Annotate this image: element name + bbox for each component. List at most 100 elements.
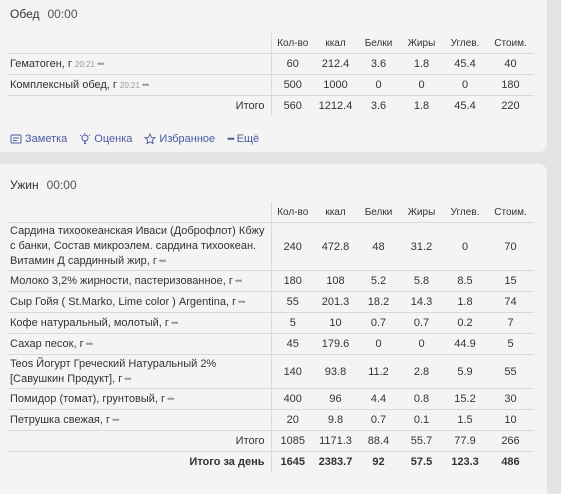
table-row[interactable]: Гематоген, г 20:21 ••• 60 212.4 3.6 1.8 45… xyxy=(8,53,534,75)
carbs-cell: 45.4 xyxy=(443,53,487,75)
food-name-cell[interactable]: Кофе натуральный, молотый, г ••• xyxy=(8,312,271,334)
fat-cell: 0 xyxy=(400,333,443,355)
total-label: Итого xyxy=(8,430,271,452)
table-row[interactable]: Сыр Гойя ( St.Marko, Lime color ) Argent… xyxy=(8,291,534,313)
total-protein: 88.4 xyxy=(357,430,400,452)
food-name[interactable]: Молоко 3,2% жирности, пастеризованное, г xyxy=(10,275,233,287)
row-menu-dots-icon[interactable]: ••• xyxy=(86,339,94,349)
food-name-cell[interactable]: Помидор (томат), грунтовый, г ••• xyxy=(8,388,271,410)
table-row[interactable]: Кофе натуральный, молотый, г ••• 5 10 0.7… xyxy=(8,312,534,334)
table-row[interactable]: Teos Йогурт Греческий Натуральный 2% [Са… xyxy=(8,354,534,389)
dinner-table: Кол-во ккал Белки Жиры Углев. Стоим. Сар… xyxy=(8,202,534,472)
table-row[interactable]: Молоко 3,2% жирности, пастеризованное, г… xyxy=(8,270,534,292)
cost-cell: 5 xyxy=(487,333,534,355)
food-name[interactable]: Сыр Гойя ( St.Marko, Lime color ) Argent… xyxy=(10,296,236,308)
qty-cell[interactable]: 500 xyxy=(270,74,314,96)
fat-cell: 0.1 xyxy=(400,409,443,431)
carbs-cell: 8.5 xyxy=(443,270,487,292)
carbs-cell: 1.5 xyxy=(443,409,487,431)
qty-cell[interactable]: 5 xyxy=(270,312,314,334)
cost-cell: 55 xyxy=(487,354,534,389)
food-name-cell[interactable]: Гематоген, г 20:21 ••• xyxy=(8,53,271,75)
table-header-row: Кол-во ккал Белки Жиры Углев. Стоим. xyxy=(8,202,534,223)
total-carbs: 45.4 xyxy=(443,95,487,116)
meal-time[interactable]: 00:00 xyxy=(47,7,77,21)
row-menu-dots-icon[interactable]: ••• xyxy=(171,318,179,328)
food-name[interactable]: Сардина тихоокеанская Иваси (Доброфлот) … xyxy=(10,225,264,267)
meal-header: Ужин 00:00 xyxy=(10,178,77,192)
food-name-cell[interactable]: Петрушка свежая, г ••• xyxy=(8,409,271,431)
food-name[interactable]: Кофе натуральный, молотый, г xyxy=(10,317,169,329)
row-menu-dots-icon[interactable]: ••• xyxy=(167,394,175,404)
col-header-qty: Кол-во xyxy=(270,33,314,54)
qty-cell[interactable]: 60 xyxy=(270,53,314,75)
protein-cell: 0.7 xyxy=(357,312,400,334)
col-header-qty: Кол-во xyxy=(270,202,314,223)
cost-cell: 15 xyxy=(487,270,534,292)
note-button[interactable]: Заметка xyxy=(10,133,67,145)
food-name-cell[interactable]: Молоко 3,2% жирности, пастеризованное, г… xyxy=(8,270,271,292)
food-name[interactable]: Петрушка свежая, г xyxy=(10,414,110,426)
food-name-cell[interactable]: Сахар песок, г ••• xyxy=(8,333,271,355)
entry-time: 20:21 xyxy=(119,80,140,90)
qty-cell[interactable]: 400 xyxy=(270,388,314,410)
table-row[interactable]: Сардина тихоокеанская Иваси (Доброфлот) … xyxy=(8,222,534,271)
cost-cell: 10 xyxy=(487,409,534,431)
carbs-cell: 0 xyxy=(443,222,487,271)
total-cost: 266 xyxy=(487,430,534,452)
qty-cell[interactable]: 45 xyxy=(270,333,314,355)
col-header-protein: Белки xyxy=(364,37,393,49)
day-total-label: Итого за день xyxy=(8,451,271,472)
food-name-cell[interactable]: Комплексный обед, г 20:21 ••• xyxy=(8,74,271,96)
row-menu-dots-icon[interactable]: ••• xyxy=(124,374,132,384)
meal-time[interactable]: 00:00 xyxy=(47,178,77,192)
day-total-qty: 1645 xyxy=(270,451,314,472)
protein-cell: 0 xyxy=(357,74,400,96)
food-name[interactable]: Помидор (томат), грунтовый, г xyxy=(10,393,165,405)
row-menu-dots-icon[interactable]: ••• xyxy=(159,256,167,266)
favorite-button[interactable]: Избранное xyxy=(144,133,215,145)
food-name[interactable]: Гематоген, г xyxy=(10,58,72,70)
row-menu-dots-icon[interactable]: ••• xyxy=(238,297,246,307)
meal-actions: Заметка Оценка Избранное ••• Ещё xyxy=(10,133,259,145)
lunch-table: Кол-во ккал Белки Жиры Углев. Стоим. Гем… xyxy=(8,33,534,116)
table-row[interactable]: Петрушка свежая, г ••• 20 9.8 0.7 0.1 1.5… xyxy=(8,409,534,431)
protein-cell: 0 xyxy=(357,333,400,355)
protein-cell: 48 xyxy=(357,222,400,271)
food-name[interactable]: Комплексный обед, г xyxy=(10,79,117,91)
qty-cell[interactable]: 55 xyxy=(270,291,314,313)
food-name-cell[interactable]: Сардина тихоокеанская Иваси (Доброфлот) … xyxy=(8,222,271,271)
entry-time: 20:21 xyxy=(74,59,95,69)
row-menu-dots-icon[interactable]: ••• xyxy=(112,415,120,425)
more-label: Ещё xyxy=(236,133,260,145)
qty-cell[interactable]: 240 xyxy=(270,222,314,271)
table-row[interactable]: Помидор (томат), грунтовый, г ••• 400 96 … xyxy=(8,388,534,410)
kcal-cell: 1000 xyxy=(314,74,357,96)
table-row[interactable]: Комплексный обед, г 20:21 ••• 500 1000 0 0… xyxy=(8,74,534,96)
food-name-cell[interactable]: Сыр Гойя ( St.Marko, Lime color ) Argent… xyxy=(8,291,271,313)
food-name[interactable]: Teos Йогурт Греческий Натуральный 2% [Са… xyxy=(10,358,216,385)
dinner-card: Ужин 00:00 Кол-во ккал Белки Жиры Углев. … xyxy=(0,164,547,494)
fat-cell: 31.2 xyxy=(400,222,443,271)
row-menu-dots-icon[interactable]: ••• xyxy=(142,80,150,90)
food-name[interactable]: Сахар песок, г xyxy=(10,338,84,350)
rate-button[interactable]: Оценка xyxy=(79,133,132,145)
col-header-protein: Белки xyxy=(364,206,393,218)
more-button[interactable]: ••• Ещё xyxy=(227,133,259,145)
qty-cell[interactable]: 20 xyxy=(270,409,314,431)
carbs-cell: 1.8 xyxy=(443,291,487,313)
food-name-cell[interactable]: Teos Йогурт Греческий Натуральный 2% [Са… xyxy=(8,354,271,389)
row-menu-dots-icon[interactable]: ••• xyxy=(97,59,105,69)
table-row[interactable]: Сахар песок, г ••• 45 179.6 0 0 44.9 5 xyxy=(8,333,534,355)
qty-cell[interactable]: 140 xyxy=(270,354,314,389)
day-total-kcal: 2383.7 xyxy=(314,451,357,472)
total-qty: 560 xyxy=(270,95,314,116)
total-label: Итого xyxy=(8,95,271,116)
star-icon xyxy=(144,133,157,145)
meal-title[interactable]: Ужин xyxy=(10,178,39,192)
meal-title[interactable]: Обед xyxy=(10,7,39,21)
qty-cell[interactable]: 180 xyxy=(270,270,314,292)
total-kcal: 1212.4 xyxy=(314,95,357,116)
meal-header: Обед 00:00 xyxy=(10,7,78,21)
row-menu-dots-icon[interactable]: ••• xyxy=(235,276,243,286)
